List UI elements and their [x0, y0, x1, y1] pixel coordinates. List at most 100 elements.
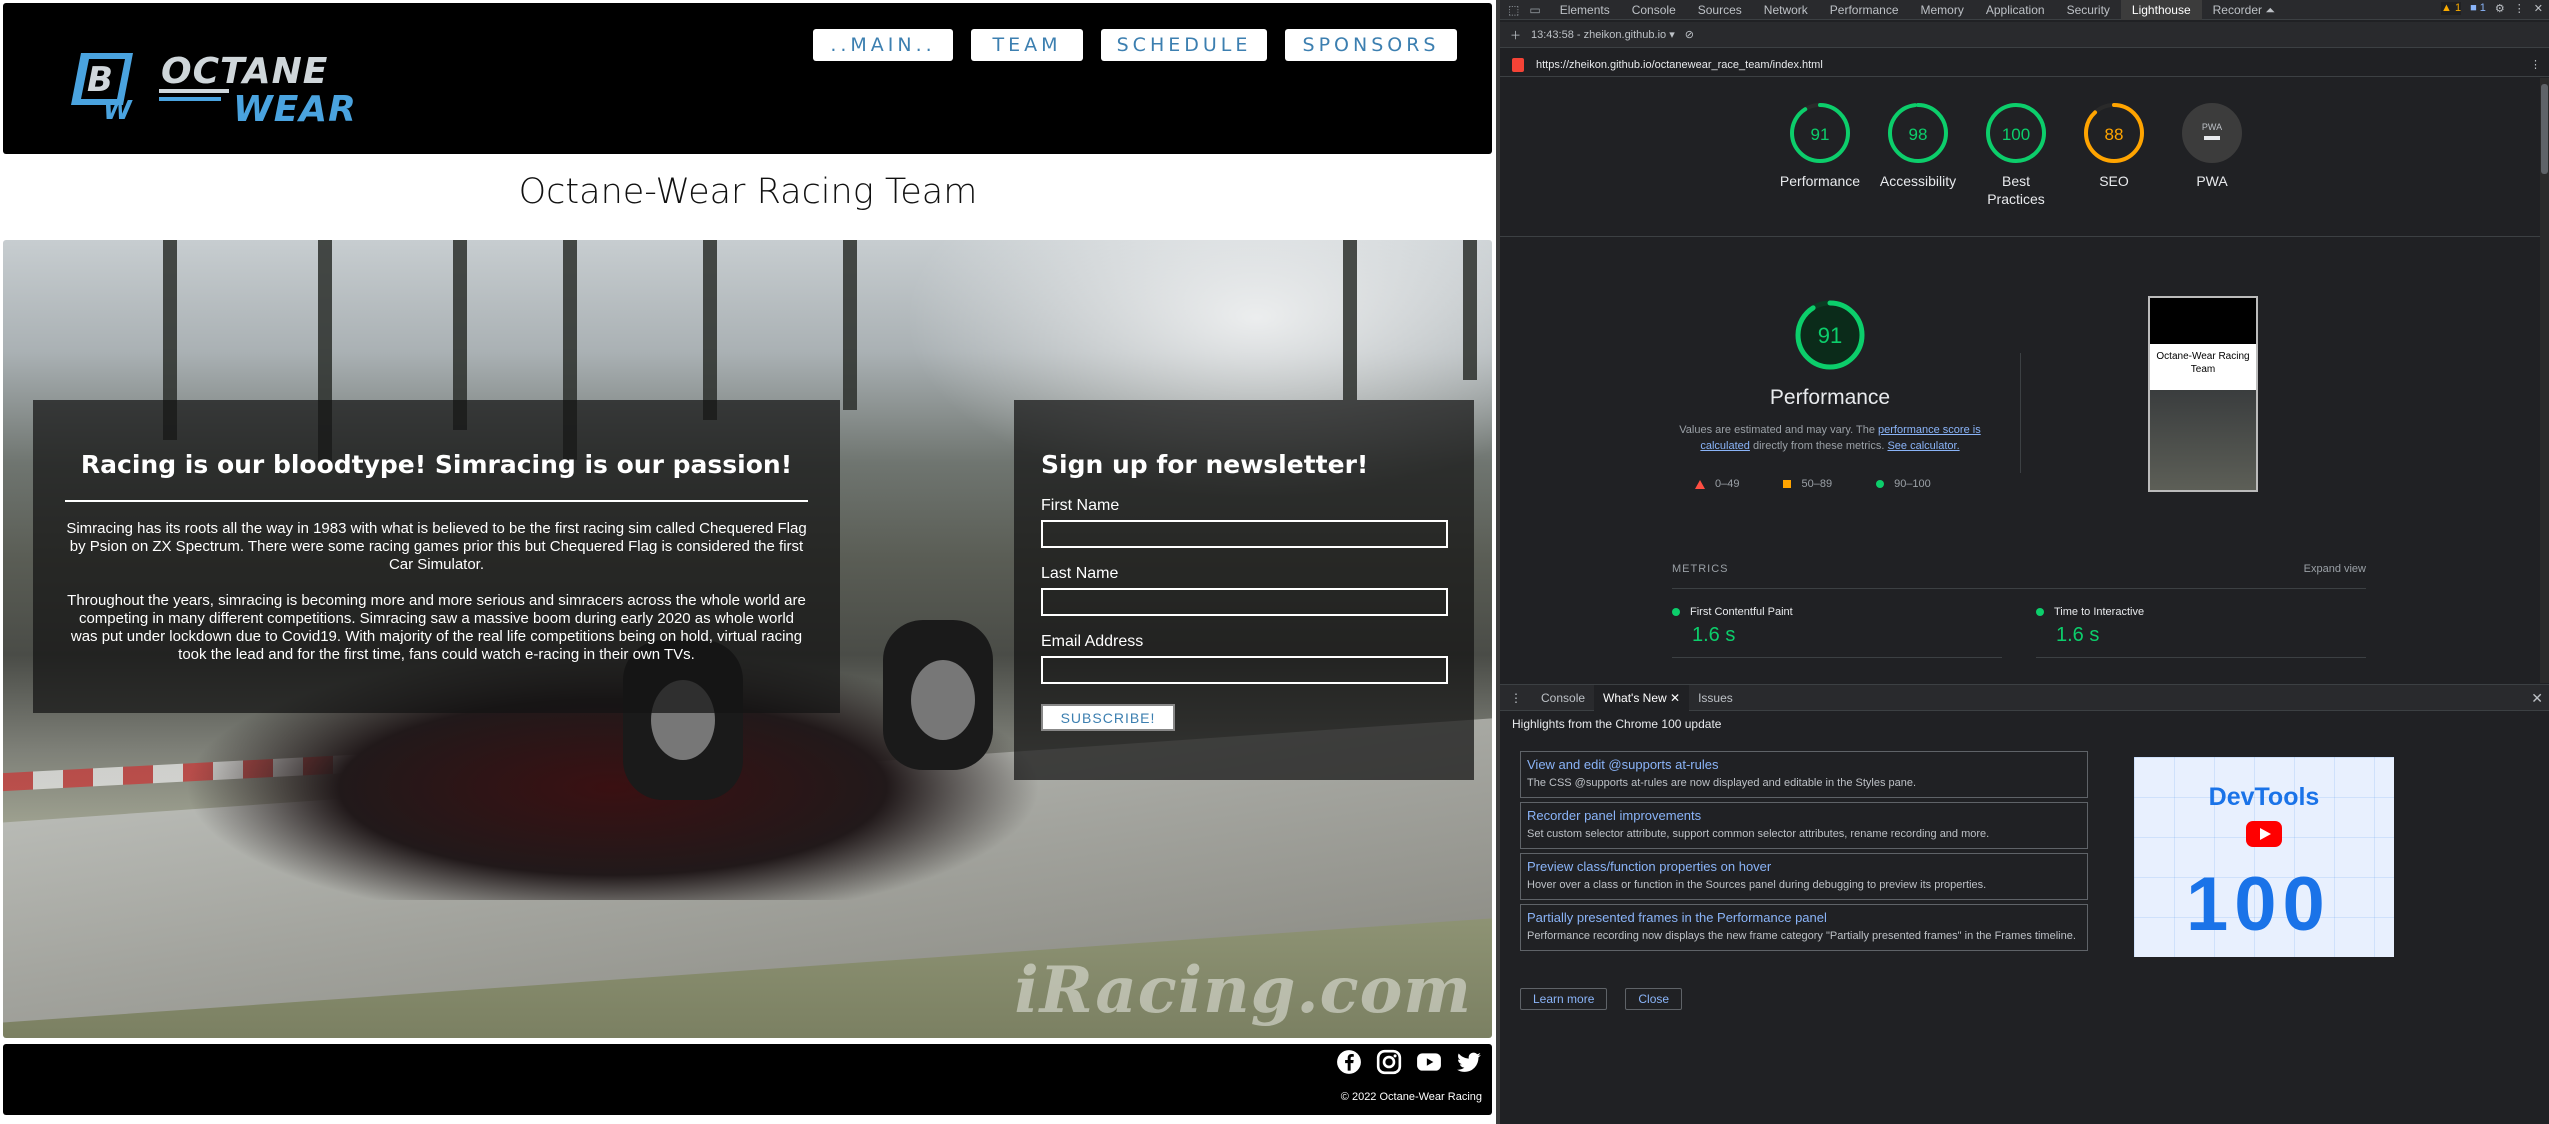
- score-legend: 0–49 50–89 90–100: [1695, 478, 1931, 490]
- last-name-label: Last Name: [1041, 565, 1119, 582]
- first-name-label: First Name: [1041, 497, 1120, 514]
- report-time-label: 13:43:58 - zheikon.github.io: [1531, 29, 1667, 41]
- report-scrollbar[interactable]: [2540, 78, 2549, 683]
- gauge-pwa[interactable]: PWA PWA: [2172, 100, 2252, 208]
- logo-text-bottom: WEAR: [233, 89, 357, 127]
- gauge-label: SEO: [2099, 173, 2129, 189]
- fail-triangle-icon: [1695, 479, 1705, 489]
- learn-more-button[interactable]: Learn more: [1520, 988, 1608, 1010]
- lighthouse-report: 91 Performance 98 Accessibility 100 Best Prac…: [1500, 78, 2540, 683]
- screen: B W OCTANE WEAR ..MAIN.. TEAM SCHEDULE S…: [0, 0, 2549, 1124]
- drawer-tab-issues[interactable]: Issues: [1689, 685, 1742, 711]
- devtools-100-promo-image[interactable]: DevTools 100: [2134, 757, 2394, 957]
- email-field[interactable]: [1041, 656, 1448, 684]
- tab-memory[interactable]: Memory: [1910, 0, 1975, 20]
- lighthouse-toolbar: ＋ 13:43:58 - zheikon.github.io ▾ ⊘: [1500, 22, 2549, 48]
- close-devtools-icon[interactable]: ✕: [2534, 2, 2543, 15]
- performance-score-gauge[interactable]: 91: [1793, 298, 1867, 372]
- list-item[interactable]: View and edit @supports at-rules The CSS…: [1520, 751, 2088, 798]
- nav-team-button[interactable]: TEAM: [971, 29, 1083, 61]
- tab-lighthouse[interactable]: Lighthouse: [2120, 0, 2202, 20]
- report-selector[interactable]: 13:43:58 - zheikon.github.io ▾: [1531, 28, 1675, 41]
- email-label: Email Address: [1041, 633, 1144, 650]
- expand-view-toggle[interactable]: Expand view: [2304, 563, 2366, 575]
- report-url[interactable]: https://zheikon.github.io/octanewear_rac…: [1536, 59, 1823, 71]
- subscribe-button[interactable]: SUBSCRIBE!: [1041, 704, 1175, 731]
- pass-circle-icon: [2036, 608, 2044, 616]
- octane-wear-logo[interactable]: B W OCTANE WEAR: [63, 45, 433, 127]
- gauge-score: PWA: [2202, 122, 2222, 132]
- page-screenshot-thumbnail[interactable]: Octane-Wear Racing Team: [2148, 296, 2258, 492]
- hero-banner: iRacing.com Racing is our bloodtype! Sim…: [3, 240, 1492, 1038]
- gauge-label: Best Practices: [1987, 173, 2045, 207]
- item-title[interactable]: Recorder panel improvements: [1527, 807, 2081, 824]
- about-panel: Racing is our bloodtype! Simracing is ou…: [33, 400, 840, 713]
- note-text-start: Values are estimated and may vary. The: [1679, 424, 1878, 436]
- pass-circle-icon: [1876, 480, 1885, 488]
- metric-value: 1.6 s: [2056, 624, 2100, 646]
- tab-elements[interactable]: Elements: [1549, 0, 1621, 20]
- tab-sources[interactable]: Sources: [1687, 0, 1753, 20]
- gauge-best-practices[interactable]: 100 Best Practices: [1976, 100, 2056, 208]
- twitter-icon[interactable]: [1456, 1049, 1482, 1075]
- gauge-performance[interactable]: 91 Performance: [1780, 100, 1860, 208]
- nav-main-button[interactable]: ..MAIN..: [813, 29, 953, 61]
- close-drawer-icon[interactable]: ✕: [2531, 690, 2543, 707]
- metrics-header: METRICS Expand view: [1672, 563, 2366, 575]
- whats-new-actions: Learn more Close: [1520, 988, 1683, 1010]
- tab-security[interactable]: Security: [2056, 0, 2121, 20]
- performance-score: 91: [1818, 323, 1842, 348]
- about-title: Racing is our bloodtype! Simracing is ou…: [80, 450, 793, 479]
- performance-summary: 91 Performance Values are estimated and …: [1670, 298, 1990, 454]
- list-item[interactable]: Preview class/function properties on hov…: [1520, 853, 2088, 900]
- youtube-icon[interactable]: [1416, 1049, 1442, 1075]
- performance-note: Values are estimated and may vary. The p…: [1670, 422, 1990, 454]
- device-toolbar-icon[interactable]: ▭: [1529, 3, 1540, 17]
- tab-performance[interactable]: Performance: [1819, 0, 1910, 20]
- thumbnail-title: Octane-Wear Racing Team: [2150, 344, 2256, 390]
- metrics-label: METRICS: [1672, 563, 1729, 575]
- nav-schedule-button[interactable]: SCHEDULE: [1101, 29, 1267, 61]
- list-item[interactable]: Recorder panel improvements Set custom s…: [1520, 802, 2088, 849]
- site-header: B W OCTANE WEAR ..MAIN.. TEAM SCHEDULE S…: [3, 3, 1492, 154]
- instagram-icon[interactable]: [1376, 1049, 1402, 1075]
- report-menu-icon[interactable]: ⋮: [2530, 58, 2541, 71]
- messages-badge[interactable]: ■ 1: [2470, 2, 2486, 15]
- whats-new-list: View and edit @supports at-rules The CSS…: [1520, 751, 2088, 955]
- first-name-field[interactable]: [1041, 520, 1448, 548]
- last-name-field[interactable]: [1041, 588, 1448, 616]
- drawer-tab-console[interactable]: Console: [1532, 685, 1594, 711]
- tab-recorder[interactable]: Recorder ⏶: [2202, 0, 2286, 20]
- legend-average: 50–89: [1801, 478, 1833, 490]
- drawer-tab-whats-new[interactable]: What's New ✕: [1594, 684, 1690, 711]
- metric-first-contentful-paint: First Contentful Paint 1.6 s: [1672, 606, 2002, 658]
- more-options-icon[interactable]: ⋮: [2514, 2, 2525, 15]
- list-item[interactable]: Partially presented frames in the Perfor…: [1520, 904, 2088, 951]
- settings-gear-icon[interactable]: ⚙: [2495, 2, 2505, 15]
- item-title[interactable]: Partially presented frames in the Perfor…: [1527, 909, 2081, 926]
- gauge-accessibility[interactable]: 98 Accessibility: [1878, 100, 1958, 208]
- new-report-icon[interactable]: ＋: [1510, 27, 1521, 43]
- close-tab-icon[interactable]: ✕: [1670, 691, 1680, 705]
- item-title[interactable]: View and edit @supports at-rules: [1527, 756, 2081, 773]
- tab-network[interactable]: Network: [1753, 0, 1819, 20]
- gauge-score: 88: [2105, 125, 2124, 144]
- inspect-element-icon[interactable]: ⬚: [1508, 3, 1519, 17]
- copyright-text: © 2022 Octane-Wear Racing: [1340, 1091, 1482, 1103]
- drawer-menu-icon[interactable]: ⋮: [1500, 691, 1532, 705]
- close-button[interactable]: Close: [1625, 988, 1683, 1010]
- about-paragraph-2: Throughout the years, simracing is becom…: [67, 592, 806, 663]
- warnings-badge[interactable]: ▲ 1: [2441, 2, 2462, 15]
- clear-reports-icon[interactable]: ⊘: [1685, 28, 1694, 41]
- item-title[interactable]: Preview class/function properties on hov…: [1527, 858, 2081, 875]
- about-paragraph-1: Simracing has its roots all the way in 1…: [66, 520, 807, 573]
- nav-sponsors-button[interactable]: SPONSORS: [1285, 29, 1457, 61]
- gauge-seo[interactable]: 88 SEO: [2074, 100, 2154, 208]
- facebook-icon[interactable]: [1336, 1049, 1362, 1075]
- see-calculator-link[interactable]: See calculator.: [1887, 440, 1959, 452]
- tab-application[interactable]: Application: [1975, 0, 2056, 20]
- drawer-tab-label: What's New: [1603, 690, 1667, 705]
- svg-text:B: B: [87, 60, 113, 100]
- report-url-bar: https://zheikon.github.io/octanewear_rac…: [1500, 53, 2549, 77]
- tab-console[interactable]: Console: [1621, 0, 1687, 20]
